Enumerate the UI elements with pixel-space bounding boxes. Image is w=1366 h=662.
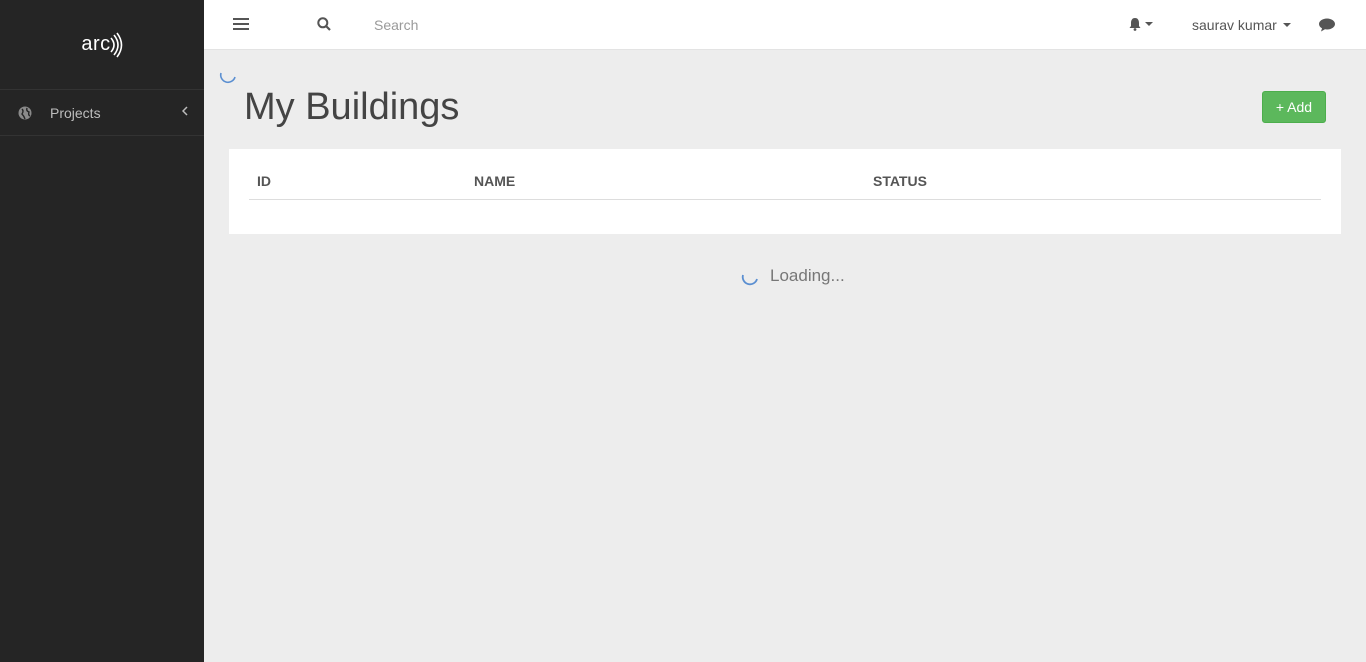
bell-icon <box>1129 18 1141 31</box>
user-menu[interactable]: saurav kumar <box>1192 17 1291 33</box>
globe-icon <box>18 106 32 120</box>
logo[interactable]: arc <box>0 0 204 90</box>
user-name: saurav kumar <box>1192 17 1277 33</box>
buildings-table: ID NAME STATUS <box>229 149 1341 234</box>
chevron-left-icon[interactable] <box>182 106 188 116</box>
signal-waves-icon <box>110 32 122 57</box>
top-navbar: saurav kumar <box>204 0 1366 50</box>
notifications-dropdown[interactable] <box>1129 17 1153 31</box>
column-header-id[interactable]: ID <box>257 173 271 189</box>
add-button[interactable]: + Add <box>1262 91 1326 123</box>
table-header: ID NAME STATUS <box>249 173 1321 200</box>
search-input[interactable] <box>374 14 674 36</box>
sidebar: arc Projects <box>0 0 204 662</box>
spinner-icon <box>219 72 236 84</box>
sidebar-item-projects[interactable]: Projects <box>0 90 204 136</box>
menu-toggle-icon[interactable] <box>233 18 249 32</box>
caret-down-icon <box>1282 23 1291 27</box>
spinner-icon <box>741 274 758 286</box>
chat-icon[interactable] <box>1318 17 1336 33</box>
column-header-status[interactable]: STATUS <box>873 173 927 189</box>
column-header-name[interactable]: NAME <box>474 173 515 189</box>
logo-text: arc <box>81 33 111 55</box>
search-icon[interactable] <box>317 17 331 31</box>
caret-down-icon <box>1145 22 1153 26</box>
loading-text: Loading... <box>770 266 845 285</box>
sidebar-item-label: Projects <box>50 104 101 121</box>
page-title: My Buildings <box>244 86 460 128</box>
loading-indicator: Loading... <box>740 266 845 286</box>
